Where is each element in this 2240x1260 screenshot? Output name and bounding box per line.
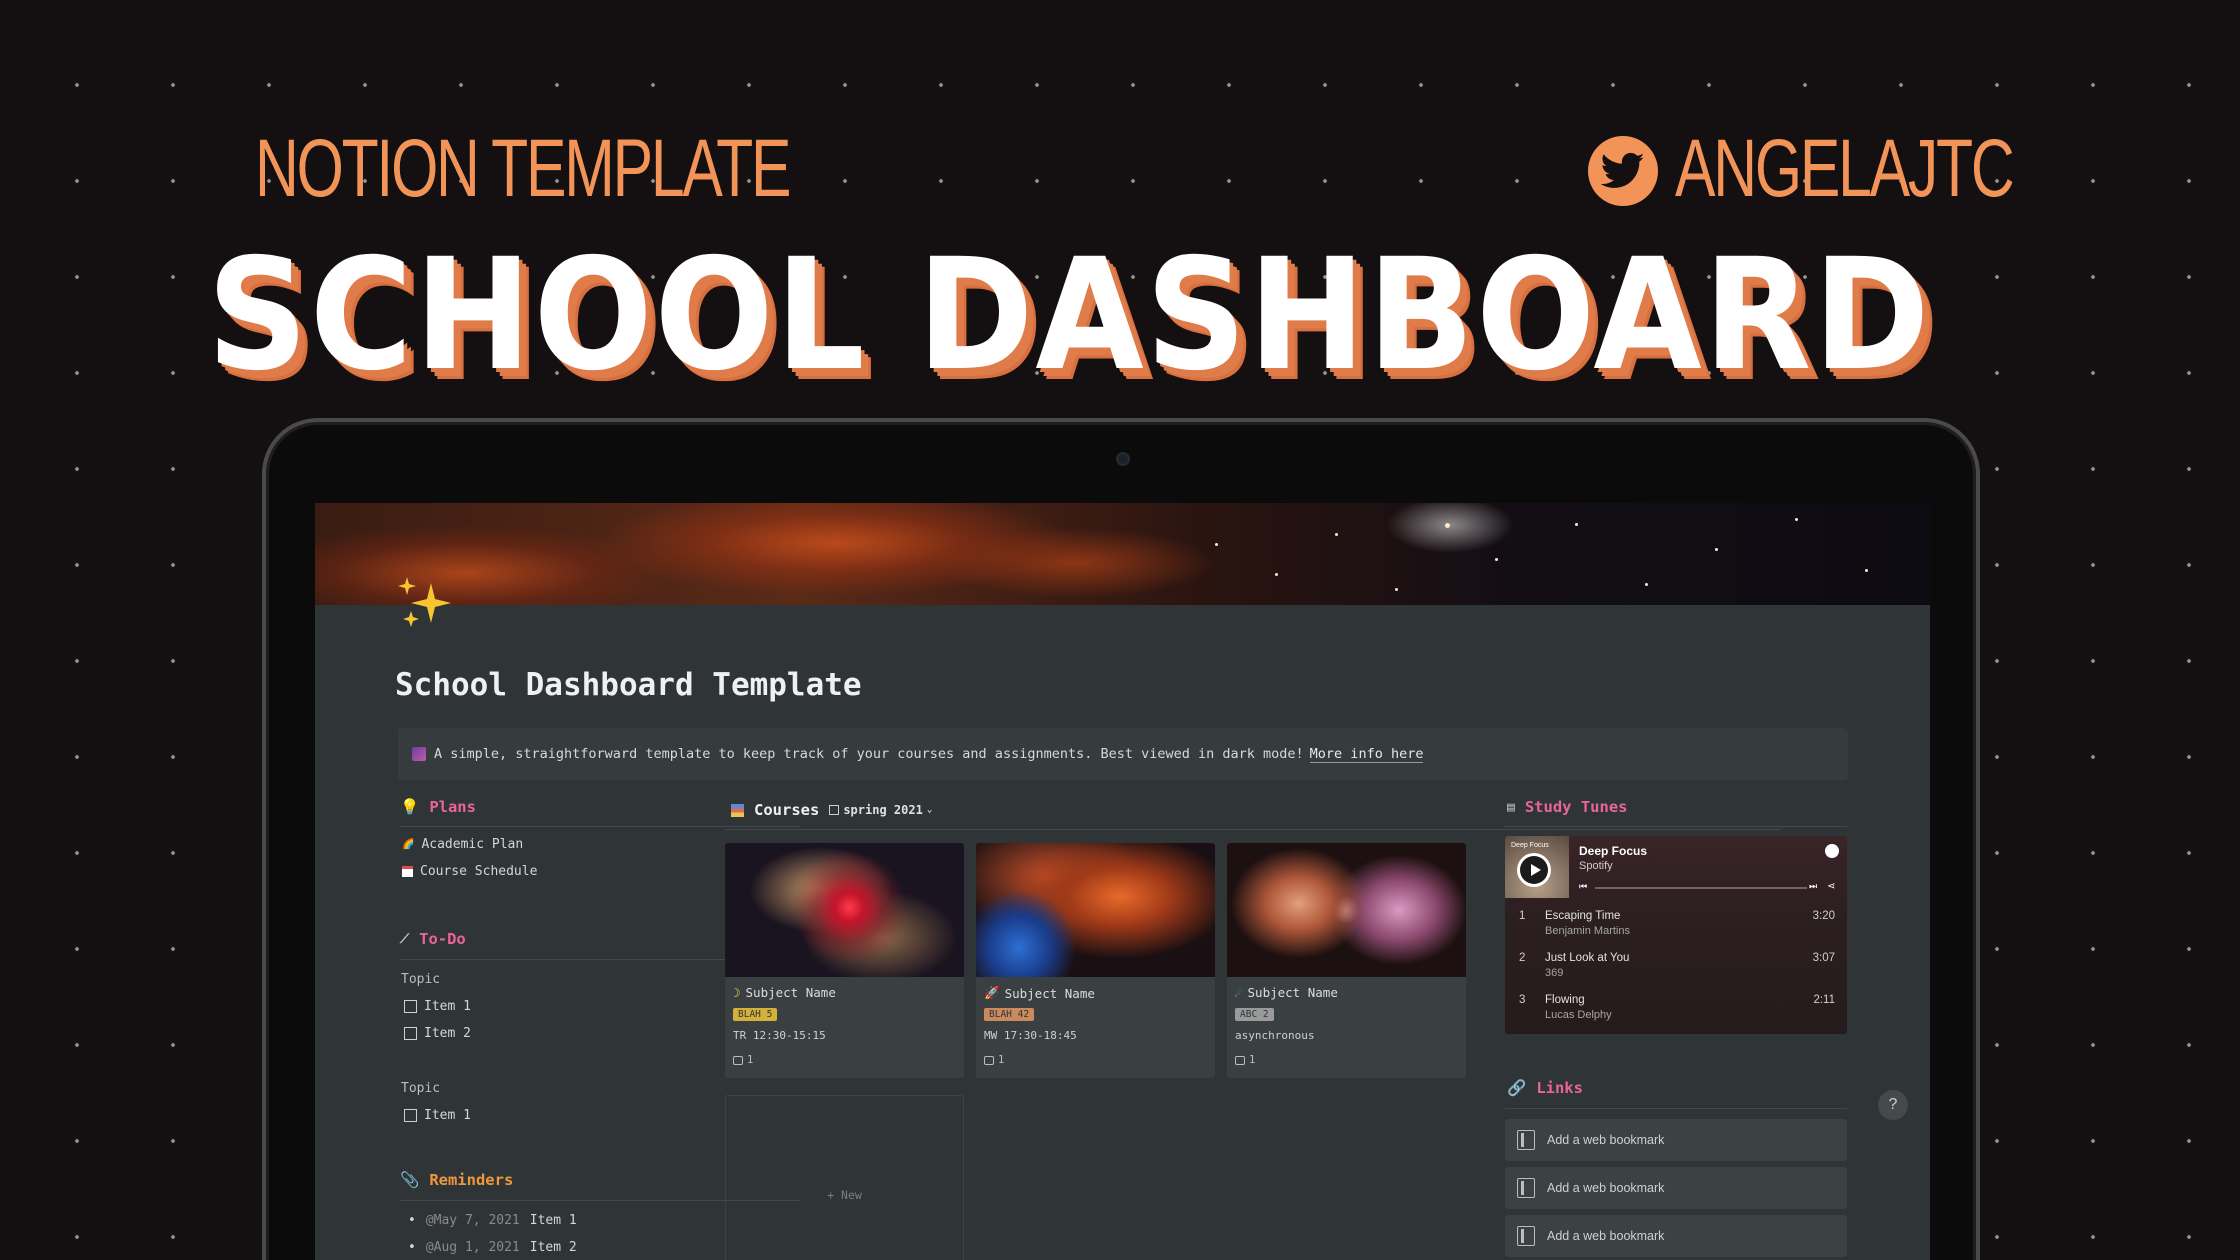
plans-heading: 💡 Plans: [400, 798, 476, 816]
plans-item-academic-plan[interactable]: 🌈 Academic Plan: [402, 837, 523, 852]
progress-bar[interactable]: [1595, 887, 1807, 889]
bookmark-icon: [1517, 1226, 1535, 1246]
camera-icon: [1116, 452, 1130, 466]
comment-icon: [733, 1055, 743, 1065]
rocket-icon: 🚀: [984, 985, 1000, 1000]
checkbox[interactable]: [404, 1000, 417, 1013]
course-card[interactable]: ☄ Subject Name ABC 2 asynchronous 1: [1227, 843, 1466, 1078]
checkbox[interactable]: [404, 1027, 417, 1040]
callout-text: A simple, straightforward template to ke…: [434, 746, 1304, 762]
courses-view-selector[interactable]: spring 2021 ⌄: [829, 803, 932, 817]
course-cover-image: [725, 843, 964, 977]
chevron-down-icon: ⌄: [926, 805, 933, 815]
hero-handle: ANGELAJTC: [1675, 123, 2015, 214]
course-cover-image: [976, 843, 1215, 977]
comment-count: 1: [733, 1054, 753, 1066]
magic-wand-icon: ⟋: [400, 931, 410, 947]
lightbulb-icon: 💡: [400, 798, 420, 816]
bookmark-icon: [1517, 1130, 1535, 1150]
bookmark-icon: [1517, 1178, 1535, 1198]
galaxy-icon: [412, 747, 426, 761]
course-name: 🚀 Subject Name: [984, 985, 1095, 1001]
music-icon: ▤: [1507, 799, 1515, 815]
course-tag: BLAH 5: [733, 1008, 778, 1021]
hero-title: SCHOOL DASHBOARD: [207, 226, 1932, 405]
web-bookmark-button[interactable]: Add a web bookmark: [1505, 1119, 1847, 1161]
playlist-source: Spotify: [1579, 860, 1613, 872]
web-bookmark-button[interactable]: Add a web bookmark: [1505, 1215, 1847, 1257]
course-tag: BLAH 42: [984, 1008, 1035, 1021]
comment-icon: [984, 1055, 994, 1065]
callout: A simple, straightforward template to ke…: [398, 728, 1848, 780]
reminder-date: @Aug 1, 2021: [425, 1240, 520, 1255]
spotify-logo-icon[interactable]: [1825, 844, 1839, 858]
todo-heading: ⟋ To-Do: [400, 930, 466, 948]
table-icon: [829, 805, 840, 815]
course-name: ☄ Subject Name: [1235, 985, 1338, 1000]
playlist-title[interactable]: Deep Focus: [1579, 844, 1647, 858]
hero-subtitle: NOTION TEMPLATE: [255, 123, 791, 214]
courses-heading: Courses spring 2021 ⌄: [731, 801, 932, 819]
todo-item[interactable]: Item 1: [404, 999, 471, 1014]
course-card[interactable]: ☽ Subject Name BLAH 5 TR 12:30-15:15 1: [725, 843, 964, 1078]
comment-count: 1: [1235, 1054, 1255, 1066]
course-tag: ABC 2: [1235, 1008, 1274, 1021]
links-heading: 🔗 Links: [1507, 1079, 1583, 1097]
todo-topic: Topic: [401, 972, 441, 987]
todo-item[interactable]: Item 1: [404, 1108, 471, 1123]
help-button[interactable]: ?: [1878, 1090, 1908, 1120]
plans-item-course-schedule[interactable]: Course Schedule: [402, 864, 537, 879]
study-tunes-heading: ▤ Study Tunes: [1507, 798, 1628, 816]
web-bookmark-button[interactable]: Add a web bookmark: [1505, 1167, 1847, 1209]
cover-image: [315, 503, 1930, 605]
todo-item[interactable]: Item 2: [404, 1026, 471, 1041]
reminder-date: @May 7, 2021: [425, 1213, 520, 1228]
reminder-item[interactable]: • @Aug 1, 2021 Item 2: [408, 1240, 577, 1255]
todo-topic: Topic: [401, 1081, 441, 1096]
reminders-heading: 📎 Reminders: [400, 1171, 514, 1189]
twitter-icon: [1588, 136, 1658, 206]
moon-icon: ☽: [733, 985, 741, 1000]
comment-count: 1: [984, 1054, 1004, 1066]
calendar-icon: [402, 866, 413, 877]
checkbox[interactable]: [404, 1109, 417, 1122]
course-card[interactable]: 🚀 Subject Name BLAH 42 MW 17:30-18:45 1: [976, 843, 1215, 1078]
notion-page[interactable]: School Dashboard Template A simple, stra…: [315, 503, 1930, 1260]
books-icon: [731, 803, 744, 817]
rainbow-icon: 🌈: [402, 839, 415, 850]
new-course-button[interactable]: + New: [725, 1095, 964, 1260]
course-time: TR 12:30-15:15: [733, 1029, 826, 1042]
play-button[interactable]: [1517, 853, 1551, 887]
play-icon: [1520, 856, 1548, 884]
previous-track-icon[interactable]: ⏮: [1579, 882, 1587, 892]
comment-icon: [1235, 1055, 1245, 1065]
reminder-item[interactable]: • @May 7, 2021 Item 1: [408, 1213, 577, 1228]
sparkles-icon[interactable]: [395, 573, 459, 637]
next-track-icon[interactable]: ⏭: [1809, 882, 1817, 892]
course-cover-image: [1227, 843, 1466, 977]
link-icon: 🔗: [1507, 1079, 1527, 1097]
course-time: asynchronous: [1235, 1029, 1315, 1042]
paperclip-icon: 📎: [400, 1171, 420, 1189]
course-name: ☽ Subject Name: [733, 985, 836, 1000]
comet-icon: ☄: [1235, 985, 1243, 1000]
page-title[interactable]: School Dashboard Template: [395, 667, 862, 703]
spotify-embed[interactable]: Deep Focus Deep Focus Spotify ⏮ ⏭ ⋖ 1 Es…: [1505, 836, 1847, 1034]
course-time: MW 17:30-18:45: [984, 1029, 1077, 1042]
share-icon[interactable]: ⋖: [1827, 881, 1835, 892]
reminder-label: Item 1: [529, 1213, 577, 1228]
more-info-link[interactable]: More info here: [1309, 746, 1424, 763]
reminder-label: Item 2: [529, 1240, 577, 1255]
